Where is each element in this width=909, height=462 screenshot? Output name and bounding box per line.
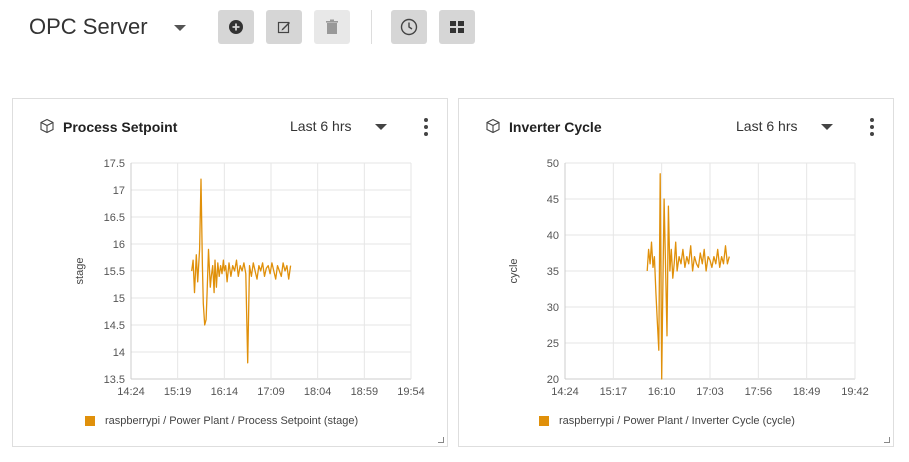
x-tick-label: 19:54 — [397, 386, 425, 398]
resize-handle[interactable] — [438, 437, 444, 443]
x-tick-label: 16:14 — [211, 386, 239, 398]
x-tick-label: 18:49 — [793, 386, 821, 398]
y-tick-label: 25 — [547, 338, 559, 350]
legend-swatch — [85, 416, 95, 426]
widget-panel: Process Setpoint Last 6 hrs 17.5 17 16.5 16… — [12, 98, 448, 447]
x-tick-label: 15:19 — [164, 386, 192, 398]
grid-icon — [450, 21, 464, 33]
x-tick-label: 17:56 — [745, 386, 773, 398]
toolbar-divider — [371, 10, 372, 44]
delete-dashboard-button[interactable] — [314, 10, 350, 44]
x-tick-label: 14:24 — [551, 386, 579, 398]
y-tick-label: 14 — [113, 347, 125, 359]
more-options-icon[interactable] — [422, 117, 430, 137]
x-tick-label: 17:09 — [257, 386, 285, 398]
y-tick-label: 14.5 — [104, 320, 125, 332]
y-tick-label: 45 — [547, 194, 559, 206]
time-range-select[interactable]: Last 6 hrs — [290, 118, 351, 134]
add-circle-icon — [229, 20, 243, 34]
y-tick-label: 30 — [547, 302, 559, 314]
more-options-icon[interactable] — [868, 117, 876, 137]
x-tick-label: 15:17 — [600, 386, 628, 398]
panel-title: Process Setpoint — [63, 119, 178, 135]
panel-header: Inverter Cycle Last 6 hrs — [459, 99, 893, 155]
x-tick-label: 17:03 — [696, 386, 724, 398]
time-range-select[interactable]: Last 6 hrs — [736, 118, 797, 134]
x-tick-label: 16:10 — [648, 386, 676, 398]
legend-swatch — [539, 416, 549, 426]
line-chart: 50 45 40 35 30 25 2014:24 15:17 16:10 17:03 17:56 1… — [508, 158, 869, 398]
layout-grid-button[interactable] — [439, 10, 475, 44]
clock-icon — [400, 18, 418, 36]
device-cube-icon — [40, 118, 54, 134]
y-axis-label: cycle — [508, 258, 520, 283]
y-tick-label: 15 — [113, 293, 125, 305]
y-tick-label: 40 — [547, 230, 559, 242]
legend-label: raspberrypi / Power Plant / Inverter Cyc… — [559, 415, 795, 427]
edit-dashboard-button[interactable] — [266, 10, 302, 44]
dashboard-toolbar: OPC Server — [0, 0, 909, 60]
y-tick-label: 20 — [547, 374, 559, 386]
x-tick-label: 19:42 — [841, 386, 869, 398]
edit-icon — [277, 21, 290, 34]
device-cube-icon — [486, 118, 500, 134]
panel-header: Process Setpoint Last 6 hrs — [13, 99, 447, 155]
y-tick-label: 15.5 — [104, 266, 125, 278]
chart-legend: raspberrypi / Power Plant / Process Setp… — [85, 415, 358, 427]
line-chart: 17.5 17 16.5 16 15.5 15 14.5 14 13.514:24 15:19 16… — [74, 158, 425, 398]
y-tick-label: 13.5 — [104, 374, 125, 386]
chart-legend: raspberrypi / Power Plant / Inverter Cyc… — [539, 415, 795, 427]
dashboard-title: OPC Server — [29, 14, 148, 39]
trash-icon — [326, 19, 338, 34]
y-tick-label: 16 — [113, 239, 125, 251]
chevron-down-icon[interactable] — [374, 120, 388, 134]
y-tick-label: 50 — [547, 158, 559, 170]
y-axis-label: stage — [74, 258, 86, 285]
time-range-button[interactable] — [391, 10, 427, 44]
y-tick-label: 17 — [113, 185, 125, 197]
x-tick-label: 18:04 — [304, 386, 332, 398]
dashboard-select-caret-icon[interactable] — [172, 20, 188, 36]
y-tick-label: 16.5 — [104, 212, 125, 224]
add-widget-button[interactable] — [218, 10, 254, 44]
legend-label: raspberrypi / Power Plant / Process Setp… — [105, 415, 359, 427]
panel-title: Inverter Cycle — [509, 119, 602, 135]
y-tick-label: 35 — [547, 266, 559, 278]
resize-handle[interactable] — [884, 437, 890, 443]
chevron-down-icon[interactable] — [820, 120, 834, 134]
y-tick-label: 17.5 — [104, 158, 125, 170]
x-tick-label: 14:24 — [117, 386, 145, 398]
x-tick-label: 18:59 — [351, 386, 379, 398]
widget-panel: Inverter Cycle Last 6 hrs 50 45 40 35 30 25 20… — [458, 98, 894, 447]
series-line — [646, 173, 730, 380]
